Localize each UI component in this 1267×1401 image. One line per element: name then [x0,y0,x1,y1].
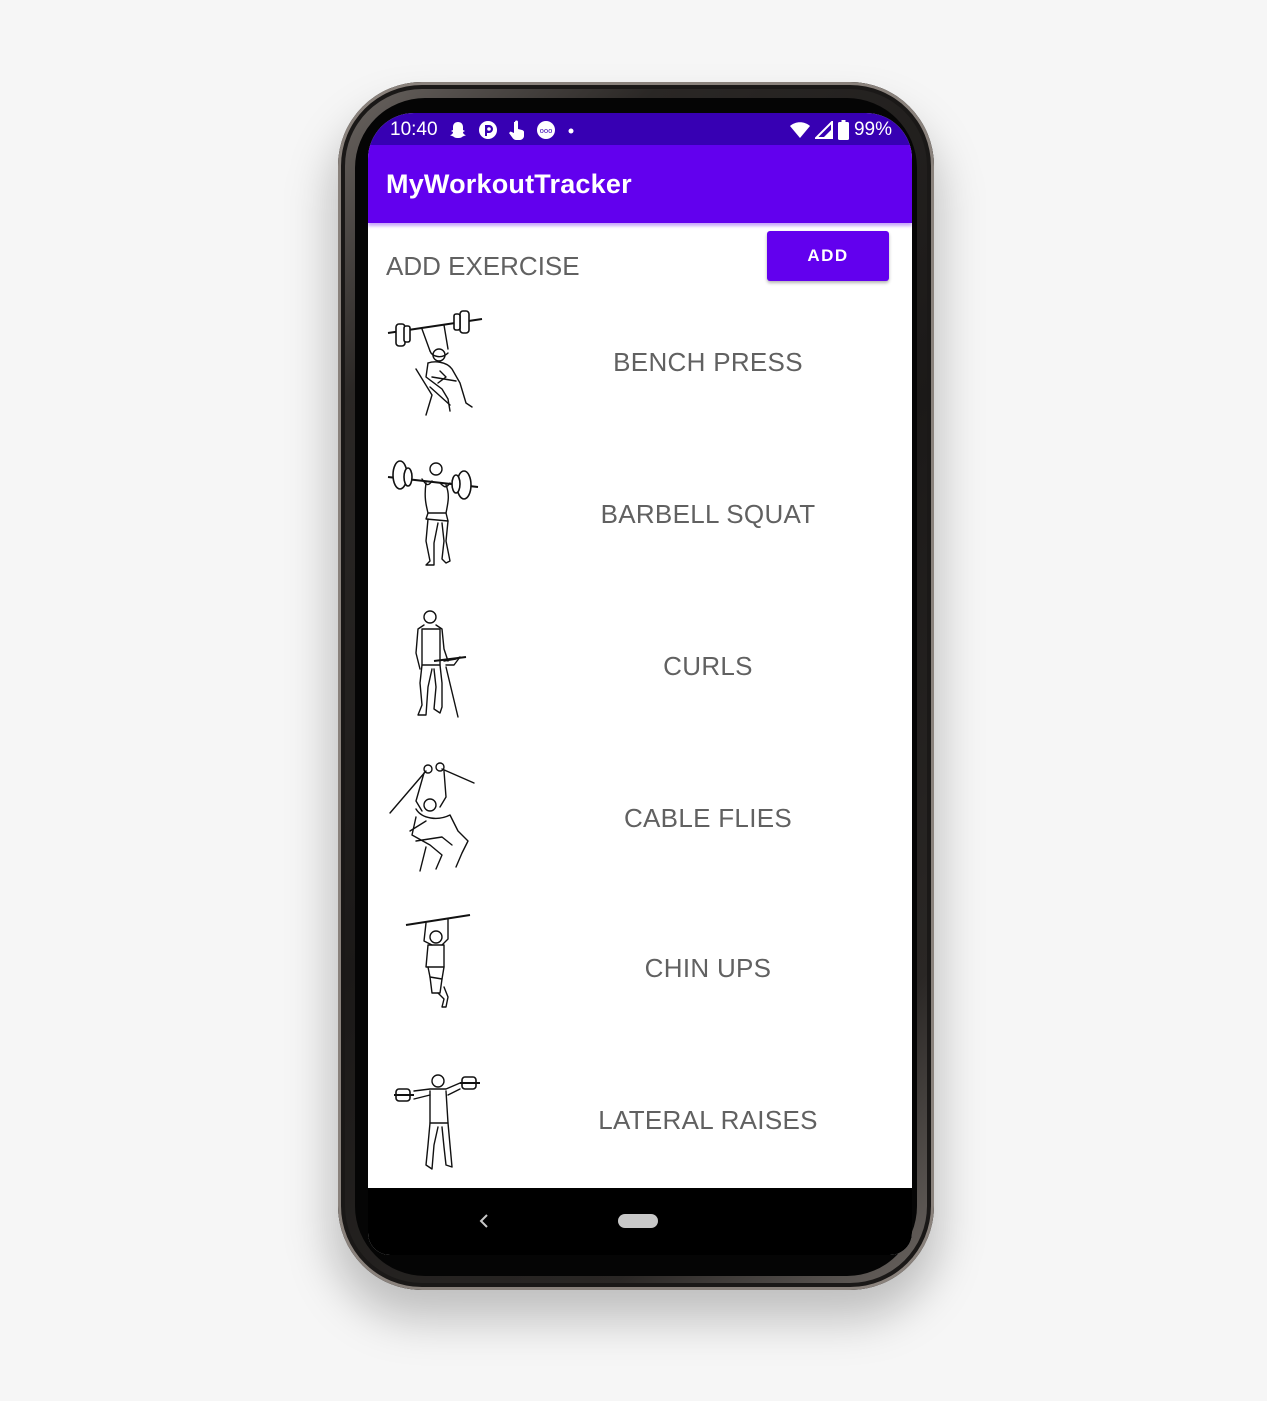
exercise-name: CHIN UPS [644,953,772,983]
exercise-item-bench-press[interactable]: BENCH PRESS [368,307,912,447]
lateral-raises-figure-icon [386,1061,490,1173]
phone-screen: 10:40 ooo 99% MyWorkoutTracker ADD EXERC… [368,113,912,1255]
exercise-name: CURLS [663,651,753,681]
exercise-list: BENCH PRESS BARBELL SQUAT CURLS CABLE FL… [368,113,912,1188]
exercise-item-barbell-squat[interactable]: BARBELL SQUAT [368,457,912,597]
exercise-item-lateral-raises[interactable]: LATERAL RAISES [368,1061,912,1201]
exercise-item-curls[interactable]: CURLS [368,609,912,749]
bench-press-figure-icon [386,307,490,419]
back-icon[interactable] [476,1210,492,1236]
home-pill-icon[interactable] [618,1214,658,1228]
navigation-bar [368,1188,912,1255]
exercise-name: CABLE FLIES [623,803,793,833]
barbell-squat-figure-icon [386,457,490,569]
curls-figure-icon [386,609,490,721]
chin-ups-figure-icon [386,911,490,1023]
exercise-name: BARBELL SQUAT [600,499,816,529]
exercise-name: BENCH PRESS [613,347,803,377]
exercise-item-chin-ups[interactable]: CHIN UPS [368,911,912,1051]
cable-flies-figure-icon [386,761,490,873]
exercise-item-cable-flies[interactable]: CABLE FLIES [368,761,912,901]
exercise-name: LATERAL RAISES [598,1105,818,1135]
